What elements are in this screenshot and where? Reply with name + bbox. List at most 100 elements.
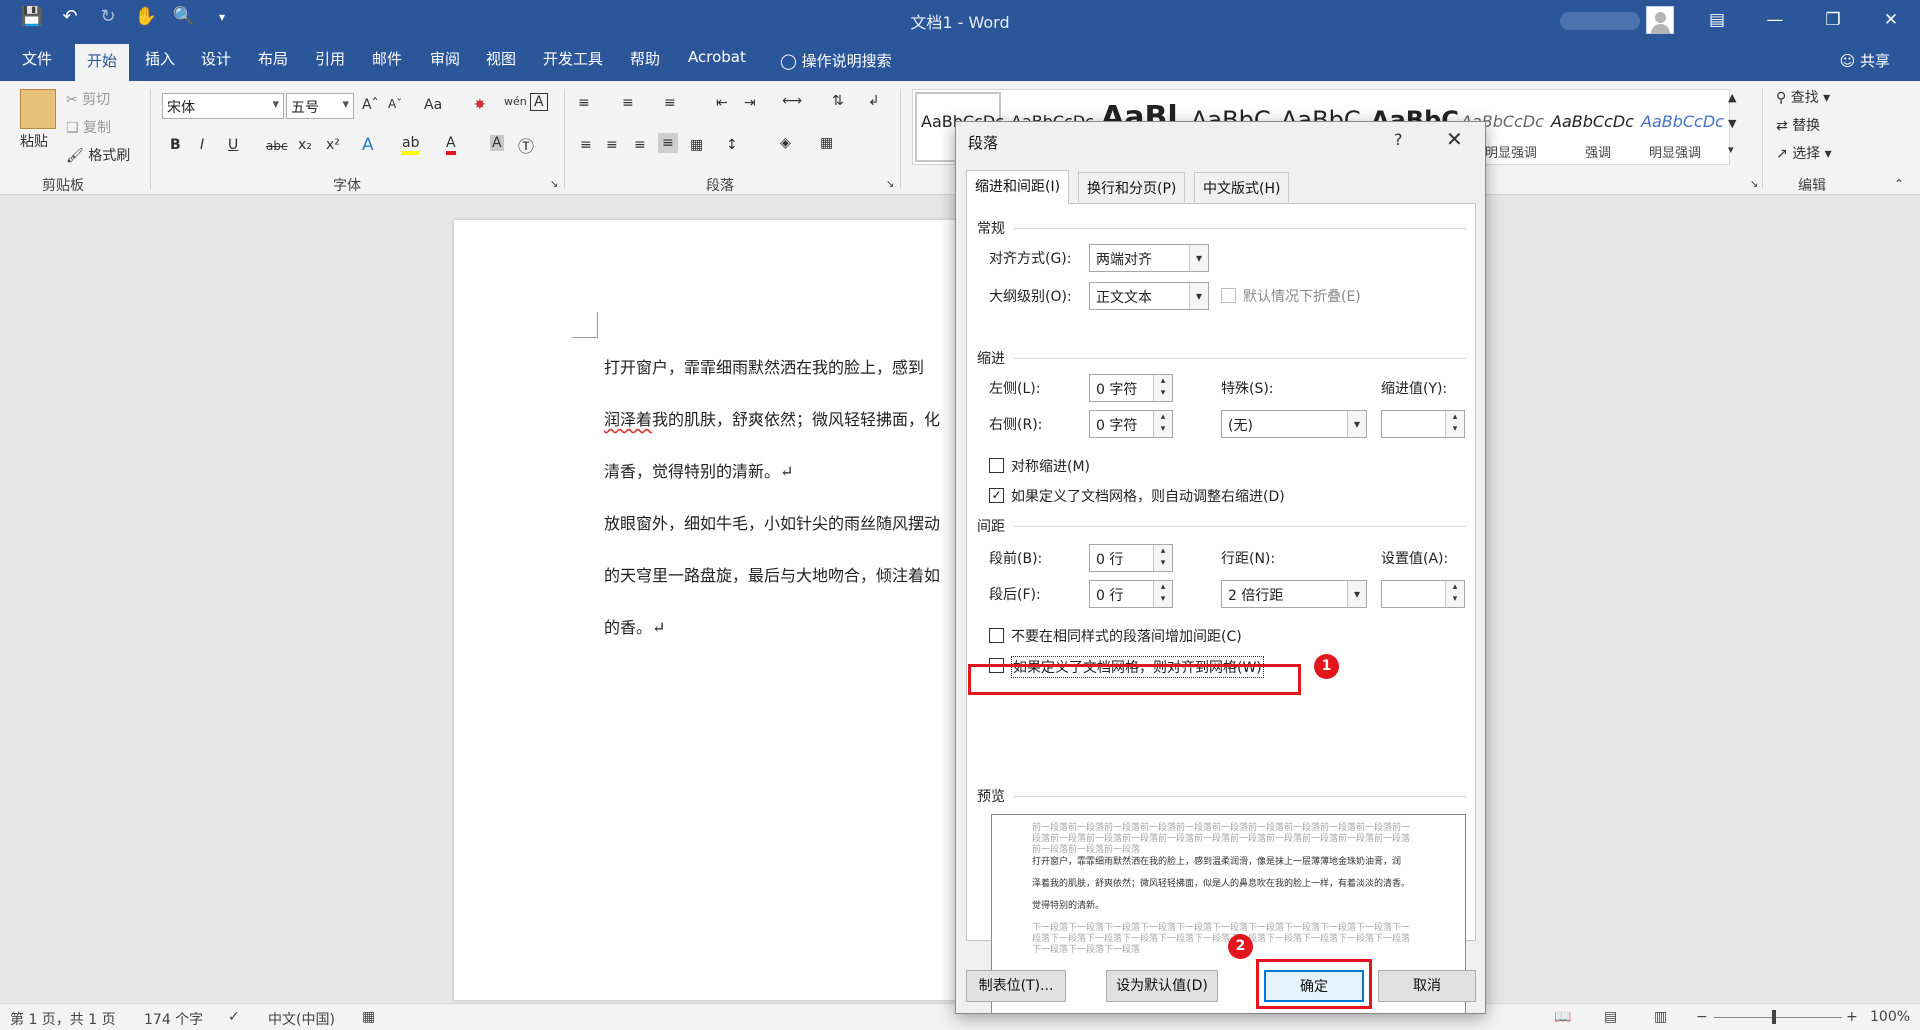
dont-add-space-checkbox[interactable] <box>989 628 1004 643</box>
phonetic-guide-icon[interactable]: wén <box>504 95 527 108</box>
proofing-icon[interactable]: ✓ <box>228 1009 240 1025</box>
paste-icon[interactable] <box>20 89 56 129</box>
increase-indent-icon[interactable]: ⇥ <box>744 95 756 111</box>
collapse-ribbon-icon[interactable]: ⌃ <box>1894 177 1904 191</box>
help-icon[interactable]: ? <box>1394 130 1403 149</box>
sort-icon[interactable]: ⇅ <box>832 93 844 109</box>
tabs-button[interactable]: 制表位(T)... <box>966 970 1066 1002</box>
alignment-select[interactable]: 两端对齐 <box>1089 244 1209 272</box>
styles-scroll-up-icon[interactable]: ▲ <box>1728 91 1736 104</box>
paragraph-dialog-launcher-icon[interactable]: ↘ <box>886 179 894 190</box>
select-button[interactable]: ↗ 选择 ▾ <box>1776 143 1832 163</box>
shrink-font-icon[interactable]: Aˇ <box>388 97 402 111</box>
outline-level-select[interactable]: 正文文本 <box>1089 282 1209 310</box>
indent-right-spinner[interactable]: 0 字符 <box>1089 410 1173 438</box>
multilevel-list-icon[interactable]: ≡ <box>664 95 676 111</box>
align-center-icon[interactable]: ≡ <box>606 137 618 153</box>
align-left-icon[interactable]: ≡ <box>580 137 592 153</box>
font-size-combo[interactable]: 五号 <box>286 93 354 119</box>
indent-left-spinner[interactable]: 0 字符 <box>1089 374 1173 402</box>
print-layout-icon[interactable]: ▤ <box>1604 1009 1617 1025</box>
tab-review[interactable]: 审阅 <box>430 48 460 69</box>
page-count[interactable]: 第 1 页，共 1 页 <box>10 1009 116 1029</box>
tab-references[interactable]: 引用 <box>315 48 345 69</box>
borders-icon[interactable]: ▦ <box>820 135 833 151</box>
styles-dialog-launcher-icon[interactable]: ↘ <box>1750 179 1758 190</box>
macro-record-icon[interactable]: ▦ <box>362 1009 375 1025</box>
strikethrough-icon[interactable]: abc <box>266 139 288 153</box>
cut-button[interactable]: ✂ 剪切 <box>66 89 110 109</box>
set-default-button[interactable]: 设为默认值(D) <box>1106 970 1218 1002</box>
shading-icon[interactable]: ◈ <box>780 135 791 151</box>
find-button[interactable]: ⚲ 查找 ▾ <box>1776 87 1830 107</box>
show-marks-icon[interactable]: ↲ <box>868 93 880 109</box>
tab-asian-typography[interactable]: 中文版式(H) <box>1194 172 1290 202</box>
character-border-icon[interactable]: A <box>530 93 548 111</box>
auto-adjust-indent-checkbox[interactable]: ✓ <box>989 488 1004 503</box>
font-name-combo[interactable]: 宋体 <box>162 93 284 119</box>
text-effects-icon[interactable]: A <box>362 135 374 155</box>
read-mode-icon[interactable]: 📖 <box>1554 1009 1571 1025</box>
space-before-spinner[interactable]: 0 行 <box>1089 544 1173 572</box>
tab-developer[interactable]: 开发工具 <box>543 48 603 69</box>
special-indent-select[interactable]: (无) <box>1221 410 1367 438</box>
format-painter-button[interactable]: 🖌 格式刷 <box>66 145 130 165</box>
enclose-characters-icon[interactable]: Ⓣ <box>518 133 534 157</box>
tab-file[interactable]: 文件 <box>22 48 52 69</box>
align-right-icon[interactable]: ≡ <box>634 137 646 153</box>
style-item[interactable]: AaBbCcDc <box>1641 112 1724 131</box>
clear-format-icon[interactable]: ✸ <box>474 97 486 113</box>
avatar[interactable] <box>1646 6 1674 34</box>
justify-icon[interactable]: ≡ <box>658 133 678 153</box>
zoom-slider[interactable] <box>1714 1017 1842 1018</box>
superscript-icon[interactable]: x² <box>326 137 340 153</box>
replace-button[interactable]: ⇄ 替换 <box>1776 115 1820 135</box>
tab-indents-spacing[interactable]: 缩进和间距(I) <box>966 170 1070 204</box>
italic-icon[interactable]: I <box>200 137 204 153</box>
chinese-layout-icon[interactable]: ⟷ <box>782 93 802 109</box>
spacing-at-spinner[interactable] <box>1381 580 1465 608</box>
character-shading-icon[interactable]: A <box>490 135 504 151</box>
spelling-squiggle[interactable]: 润泽着 <box>604 410 652 429</box>
paste-button[interactable]: 粘贴 <box>20 131 48 151</box>
font-color-icon[interactable]: A <box>446 135 456 155</box>
close-icon[interactable]: ✕ <box>1446 127 1463 151</box>
line-spacing-select[interactable]: 2 倍行距 <box>1221 580 1367 608</box>
numbering-icon[interactable]: ≡ <box>622 95 634 111</box>
distributed-icon[interactable]: ▦ <box>690 137 703 153</box>
language-status[interactable]: 中文(中国) <box>268 1009 335 1029</box>
tab-insert[interactable]: 插入 <box>145 48 175 69</box>
mirror-indent-checkbox[interactable] <box>989 458 1004 473</box>
bold-icon[interactable]: B <box>170 137 181 153</box>
web-layout-icon[interactable]: ▥ <box>1654 1009 1667 1025</box>
tab-line-page-breaks[interactable]: 换行和分页(P) <box>1078 172 1186 202</box>
close-icon[interactable]: ✕ <box>1862 0 1920 40</box>
copy-button[interactable]: ❏ 复制 <box>66 117 111 137</box>
restore-icon[interactable]: ❐ <box>1804 0 1862 40</box>
ribbon-display-icon[interactable]: ▤ <box>1688 0 1746 40</box>
share-button[interactable]: ☺ 共享 <box>1840 50 1890 71</box>
highlight-icon[interactable]: ab <box>402 135 420 155</box>
tab-home[interactable]: 开始 <box>75 44 130 81</box>
line-spacing-icon[interactable]: ↕ <box>726 137 738 153</box>
decrease-indent-icon[interactable]: ⇤ <box>716 95 728 111</box>
cancel-button[interactable]: 取消 <box>1378 970 1476 1002</box>
zoom-out-icon[interactable]: − <box>1696 1009 1708 1025</box>
styles-scroll-down-icon[interactable]: ▼ <box>1728 117 1736 130</box>
tab-help[interactable]: 帮助 <box>630 48 660 69</box>
tab-layout[interactable]: 布局 <box>258 48 288 69</box>
zoom-in-icon[interactable]: + <box>1846 1009 1858 1025</box>
subscript-icon[interactable]: x₂ <box>298 137 312 153</box>
indent-by-spinner[interactable] <box>1381 410 1465 438</box>
tab-acrobat[interactable]: Acrobat <box>688 48 746 66</box>
style-item[interactable]: AaBbCcDc <box>1551 112 1634 131</box>
tab-view[interactable]: 视图 <box>486 48 516 69</box>
font-dialog-launcher-icon[interactable]: ↘ <box>550 179 558 190</box>
minimize-icon[interactable]: — <box>1746 0 1804 40</box>
tab-mailings[interactable]: 邮件 <box>372 48 402 69</box>
zoom-slider-thumb[interactable] <box>1772 1010 1776 1024</box>
underline-icon[interactable]: U <box>228 137 238 153</box>
styles-more-icon[interactable]: ▾ <box>1728 143 1734 156</box>
grow-font-icon[interactable]: Aˆ <box>362 97 379 113</box>
word-count[interactable]: 174 个字 <box>144 1009 203 1029</box>
